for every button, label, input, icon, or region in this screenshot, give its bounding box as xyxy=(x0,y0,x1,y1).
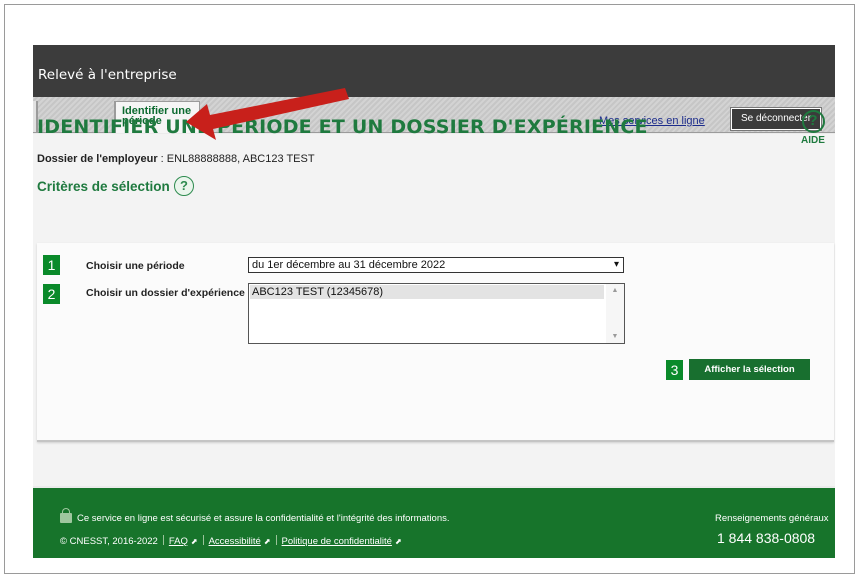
divider xyxy=(275,535,277,545)
question-circle-icon: ? xyxy=(801,110,825,133)
app-window: Relevé à l'entreprise Identifier une pér… xyxy=(33,45,835,558)
external-link-icon: ⬈ xyxy=(190,537,198,546)
lock-icon xyxy=(60,508,72,523)
employer-value: : ENL88888888, ABC123 TEST xyxy=(160,153,315,165)
external-link-icon: ⬈ xyxy=(263,537,271,546)
employer-label: Dossier de l'employeur xyxy=(37,153,158,165)
criteria-help-icon[interactable]: ? xyxy=(174,176,194,196)
annotation-badge-2: 2 xyxy=(43,284,60,304)
footer: Ce service en ligne est sécurisé et assu… xyxy=(33,488,835,558)
period-label: Choisir une période xyxy=(86,260,185,272)
phone-number: 1 844 838-0808 xyxy=(717,530,816,546)
period-select-value: du 1er décembre au 31 décembre 2022 xyxy=(252,259,446,271)
divider xyxy=(202,535,204,545)
scroll-up-icon[interactable]: ▲ xyxy=(606,287,624,294)
criteria-title: Critères de sélection xyxy=(37,179,170,194)
external-link-icon: ⬈ xyxy=(394,537,402,546)
afficher-selection-button[interactable]: Afficher la sélection xyxy=(689,359,810,380)
app-title: Relevé à l'entreprise xyxy=(38,67,177,83)
dossier-label: Choisir un dossier d'expérience xyxy=(86,287,245,299)
annotation-badge-1: 1 xyxy=(43,255,60,275)
top-bar: Relevé à l'entreprise xyxy=(33,45,835,97)
help-label: AIDE xyxy=(801,135,825,146)
listbox-scrollbar[interactable]: ▲ ▼ xyxy=(606,284,624,343)
period-select[interactable]: du 1er décembre au 31 décembre 2022 ▾ xyxy=(248,257,624,273)
criteria-panel: 1 Choisir une période du 1er décembre au… xyxy=(37,243,834,442)
secure-text: Ce service en ligne est sécurisé et assu… xyxy=(77,513,450,524)
politique-link[interactable]: Politique de confidentialité xyxy=(282,536,392,547)
scroll-down-icon[interactable]: ▼ xyxy=(606,333,624,340)
help-button[interactable]: ? AIDE xyxy=(792,110,834,146)
page-title: IDENTIFIER UNE PÉRIODE ET UN DOSSIER D'E… xyxy=(37,116,648,138)
employer-line: Dossier de l'employeur : ENL88888888, AB… xyxy=(37,153,315,165)
chevron-down-icon: ▾ xyxy=(613,259,619,270)
accessibilite-link[interactable]: Accessibilité xyxy=(209,536,261,547)
divider xyxy=(162,535,164,545)
dossier-listbox[interactable]: ABC123 TEST (12345678) ▲ ▼ xyxy=(248,283,625,344)
copyright-text: © CNESST, 2016-2022 xyxy=(60,536,158,547)
faq-link[interactable]: FAQ xyxy=(169,536,188,547)
info-title: Renseignements généraux xyxy=(715,513,829,524)
annotation-badge-3: 3 xyxy=(666,360,683,380)
dossier-option[interactable]: ABC123 TEST (12345678) xyxy=(250,285,604,299)
footer-links: © CNESST, 2016-2022 FAQ ⬈ Accessibilité ⬈ Pol… xyxy=(60,535,402,547)
